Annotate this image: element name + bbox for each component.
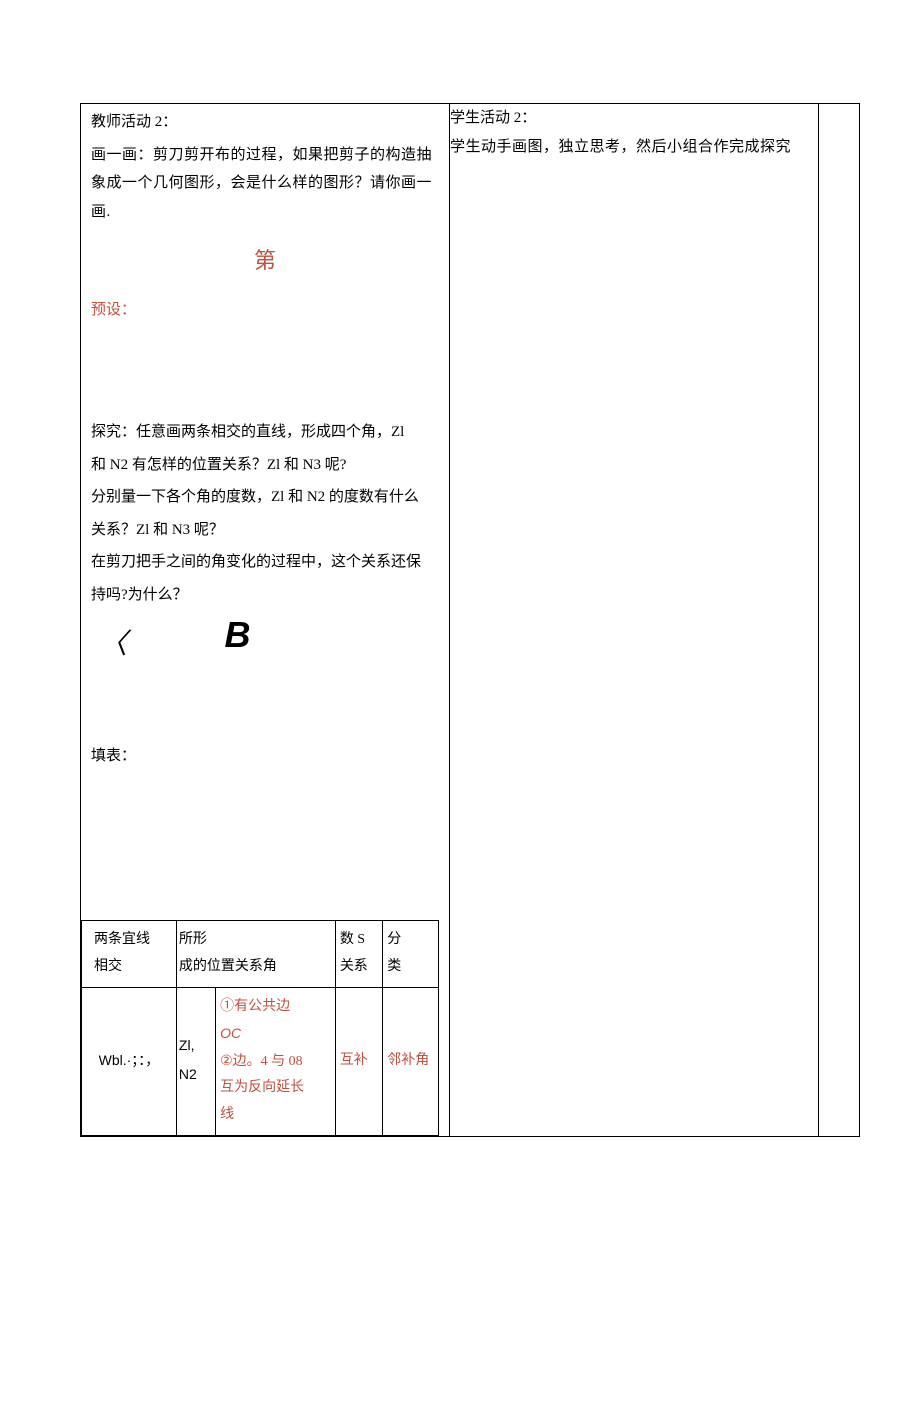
angle-relation-table: 两条宜线 相交 所形 成的位置关系角 数 S 关系 分 类 — [81, 920, 439, 1135]
center-glyph: 第 — [81, 226, 449, 296]
explore-line-4: 关系？Zl 和 N3 呢？ — [81, 512, 449, 545]
table-row: Wbl.·；：， Zl, N2 ①有公共边 OC ②边。4 与 08 互为反向延… — [82, 987, 439, 1135]
margin-column — [819, 104, 860, 1137]
blank-space-3 — [81, 770, 449, 920]
student-column: 学生活动 2： 学生动手画图，独立思考，然后小组合作完成探究 — [450, 104, 819, 1137]
explore-line-3: 分别量一下各个角的度数，Zl 和 N2 的度数有什么 — [81, 479, 449, 512]
header-position-angle: 所形 成的位置关系角 — [176, 921, 335, 987]
h4-line2: 类 — [387, 959, 401, 974]
h2-line2: 成的位置关系角 — [179, 959, 277, 974]
cell-relation: 互补 — [335, 987, 382, 1135]
explore-line-5: 在剪刀把手之间的角变化的过程中，这个关系还保 — [81, 544, 449, 577]
explore-line-6: 持吗?为什么？ — [81, 577, 449, 610]
cell-diagram-label: Wbl.·；：， — [82, 987, 177, 1135]
arc-glyph: 〈 — [99, 630, 127, 658]
wbl-text: Wbl.·；：， — [99, 1052, 160, 1068]
pos-line1: ①有公共边 — [220, 999, 290, 1014]
document-page: 教师活动 2： 画一画：剪刀剪开布的过程，如果把剪子的构造抽象成一个几何图形，会… — [0, 103, 920, 1404]
lesson-table: 教师活动 2： 画一画：剪刀剪开布的过程，如果把剪子的构造抽象成一个几何图形，会… — [80, 103, 860, 1137]
cell-position-desc: ①有公共边 OC ②边。4 与 08 互为反向延长 线 — [216, 987, 336, 1135]
h1-line1: 两条宜线 — [94, 932, 150, 947]
teacher-draw-prompt: 画一画：剪刀剪开布的过程，如果把剪子的构造抽象成一个几何图形，会是什么样的图形？… — [81, 137, 449, 227]
table-row: 两条宜线 相交 所形 成的位置关系角 数 S 关系 分 类 — [82, 921, 439, 987]
diagram-glyph-row: 〈 B — [81, 609, 449, 658]
explore-line-2: 和 N2 有怎样的位置关系？Zl 和 N3 呢? — [81, 447, 449, 480]
zl-label: Zl, — [179, 1037, 195, 1053]
header-category: 分 类 — [383, 921, 439, 987]
blank-space-1 — [81, 324, 449, 414]
pos-line5: 线 — [220, 1107, 234, 1122]
blank-space-2 — [81, 658, 449, 738]
student-title: 学生活动 2： — [450, 104, 818, 133]
student-activity-text: 学生动手画图，独立思考，然后小组合作完成探究 — [450, 133, 818, 162]
n2-label: N2 — [179, 1066, 197, 1082]
h1-line2: 相交 — [94, 959, 122, 974]
h2-line1: 所形 — [179, 932, 207, 947]
header-number-relation: 数 S 关系 — [335, 921, 382, 987]
h3-line1: 数 S — [340, 932, 365, 947]
cell-angle-pair: Zl, N2 — [176, 987, 215, 1135]
teacher-title: 教师活动 2： — [81, 104, 449, 137]
teacher-column: 教师活动 2： 画一画：剪刀剪开布的过程，如果把剪子的构造抽象成一个几何图形，会… — [81, 104, 450, 1137]
pos-line2: OC — [220, 1025, 241, 1041]
preset-label: 预设： — [81, 296, 449, 325]
header-two-lines: 两条宜线 相交 — [82, 921, 177, 987]
explore-line-1: 探究：任意画两条相交的直线，形成四个角，Zl — [81, 414, 449, 447]
letter-b: B — [225, 614, 251, 655]
fill-table-label: 填表： — [81, 738, 449, 771]
pos-line3: ②边。4 与 08 — [220, 1054, 303, 1069]
cell-category: 邻补角 — [383, 987, 439, 1135]
h3-line2: 关系 — [340, 959, 368, 974]
h4-line1: 分 — [387, 932, 401, 947]
pos-line4: 互为反向延长 — [220, 1080, 304, 1095]
